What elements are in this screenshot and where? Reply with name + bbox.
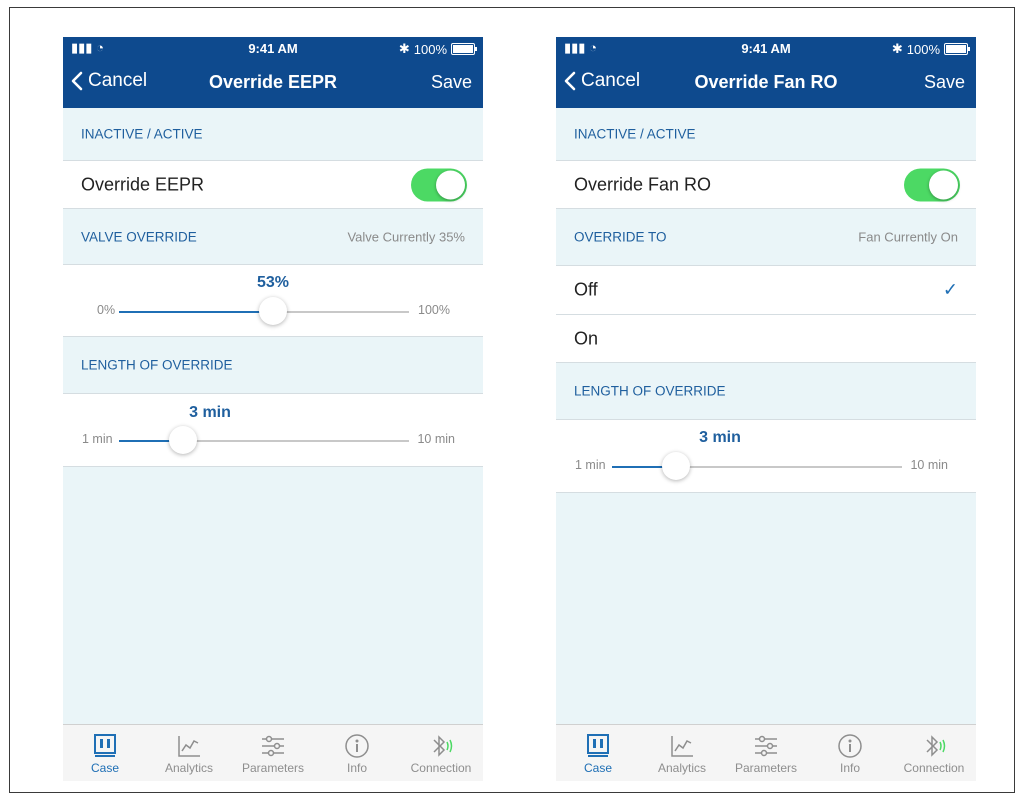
tab-label: Parameters <box>241 761 305 775</box>
sliders-icon <box>755 735 777 757</box>
length-slider[interactable] <box>612 452 902 480</box>
bluetooth-signal-icon <box>433 735 453 757</box>
override-toggle[interactable] <box>904 168 960 201</box>
case-icon <box>587 734 609 757</box>
battery-percent: 100% <box>906 41 940 57</box>
battery-icon <box>944 43 970 55</box>
tab-label: Analytics <box>657 761 707 775</box>
valve-slider-row: 53% 0% 100% <box>63 264 483 337</box>
override-row: Override Fan RO <box>556 160 976 209</box>
checkmark-icon: ✓ <box>942 279 958 300</box>
section-header-inactive-active: INACTIVE / ACTIVE <box>63 108 483 160</box>
option-label: Off <box>574 279 598 300</box>
valve-value: 53% <box>256 274 290 291</box>
battery-icon <box>451 43 477 55</box>
tab-label: Parameters <box>734 761 798 775</box>
cancel-button[interactable]: Cancel <box>564 70 640 92</box>
length-max-label: 10 min <box>417 432 455 446</box>
analytics-icon <box>178 736 200 757</box>
override-toggle[interactable] <box>411 168 467 201</box>
bluetooth-icon: ✱ <box>398 41 410 56</box>
tab-info[interactable]: Info <box>808 725 892 781</box>
length-slider-thumb[interactable] <box>168 426 197 454</box>
status-bar: ▮▮▮ ◔ 9:41 AM ✱ 100% <box>556 37 976 59</box>
length-max-label: 10 min <box>910 458 948 472</box>
valve-slider[interactable] <box>119 297 409 325</box>
info-icon <box>345 734 369 758</box>
length-min-label: 1 min <box>575 458 606 472</box>
tab-bar: Case Analytics Parameters Info Connectio… <box>63 724 483 781</box>
nav-bar: Cancel Override EEPR Save <box>63 59 483 108</box>
phone-override-eepr: ▮▮▮ ◔ 9:41 AM ✱ 100% Cancel Override EEP… <box>63 37 483 781</box>
tab-label: Case <box>583 761 612 775</box>
section-header-length: LENGTH OF OVERRIDE <box>63 337 483 393</box>
status-bar: ▮▮▮ ◔ 9:41 AM ✱ 100% <box>63 37 483 59</box>
tab-label: Case <box>90 761 119 775</box>
valve-max-label: 100% <box>418 303 450 317</box>
tab-label: Analytics <box>164 761 214 775</box>
valve-slider-fill <box>119 311 273 313</box>
tab-label: Connection <box>410 761 472 775</box>
option-on-row[interactable]: On <box>556 314 976 363</box>
option-off-row[interactable]: Off ✓ <box>556 265 976 314</box>
tab-analytics[interactable]: Analytics <box>147 725 231 781</box>
valve-slider-thumb[interactable] <box>258 297 287 325</box>
save-button[interactable]: Save <box>924 72 965 93</box>
section-header-length: LENGTH OF OVERRIDE <box>556 363 976 419</box>
nav-bar: Cancel Override Fan RO Save <box>556 59 976 108</box>
bluetooth-signal-icon <box>926 735 946 757</box>
section-header-override-to: OVERRIDE TO Fan Currently On <box>556 209 976 265</box>
valve-min-label: 0% <box>97 303 116 317</box>
fan-status: Fan Currently On <box>858 229 958 245</box>
override-label: Override Fan RO <box>574 174 712 194</box>
cancel-label: Cancel <box>88 70 148 91</box>
length-slider[interactable] <box>119 426 409 454</box>
toggle-knob <box>929 170 958 199</box>
toggle-knob <box>436 170 465 199</box>
chevron-left-icon <box>564 71 576 91</box>
analytics-icon <box>671 736 693 757</box>
length-slider-row: 3 min 1 min 10 min <box>556 419 976 493</box>
tab-parameters[interactable]: Parameters <box>231 725 315 781</box>
cancel-label: Cancel <box>581 70 641 91</box>
tab-parameters[interactable]: Parameters <box>724 725 808 781</box>
info-icon <box>838 734 862 758</box>
battery-percent: 100% <box>413 41 447 57</box>
valve-status: Valve Currently 35% <box>347 229 465 244</box>
tab-label: Info <box>839 761 860 775</box>
cancel-button[interactable]: Cancel <box>71 70 147 92</box>
length-value: 3 min <box>189 404 231 421</box>
tab-analytics[interactable]: Analytics <box>640 725 724 781</box>
override-row: Override EEPR <box>63 160 483 209</box>
tab-connection[interactable]: Connection <box>399 725 483 781</box>
sliders-icon <box>262 735 284 757</box>
phone-override-fan-ro: ▮▮▮ ◔ 9:41 AM ✱ 100% Cancel Override Fan… <box>556 37 976 781</box>
tab-case[interactable]: Case <box>556 725 640 781</box>
tab-label: Connection <box>903 761 965 775</box>
tab-info[interactable]: Info <box>315 725 399 781</box>
override-label: Override EEPR <box>81 174 205 194</box>
length-slider-row: 3 min 1 min 10 min <box>63 393 483 467</box>
tab-bar: Case Analytics Parameters Info Connectio… <box>556 724 976 781</box>
chevron-left-icon <box>71 71 83 91</box>
section-header-inactive-active: INACTIVE / ACTIVE <box>556 108 976 160</box>
tab-connection[interactable]: Connection <box>892 725 976 781</box>
option-label: On <box>574 328 599 348</box>
tab-label: Info <box>346 761 367 775</box>
length-slider-thumb[interactable] <box>661 452 690 480</box>
save-button[interactable]: Save <box>431 72 472 93</box>
tab-case[interactable]: Case <box>63 725 147 781</box>
bluetooth-icon: ✱ <box>891 41 903 56</box>
section-header-valve-override: VALVE OVERRIDE Valve Currently 35% <box>63 209 483 264</box>
case-icon <box>94 734 116 757</box>
length-min-label: 1 min <box>82 432 113 446</box>
length-value: 3 min <box>699 429 741 446</box>
